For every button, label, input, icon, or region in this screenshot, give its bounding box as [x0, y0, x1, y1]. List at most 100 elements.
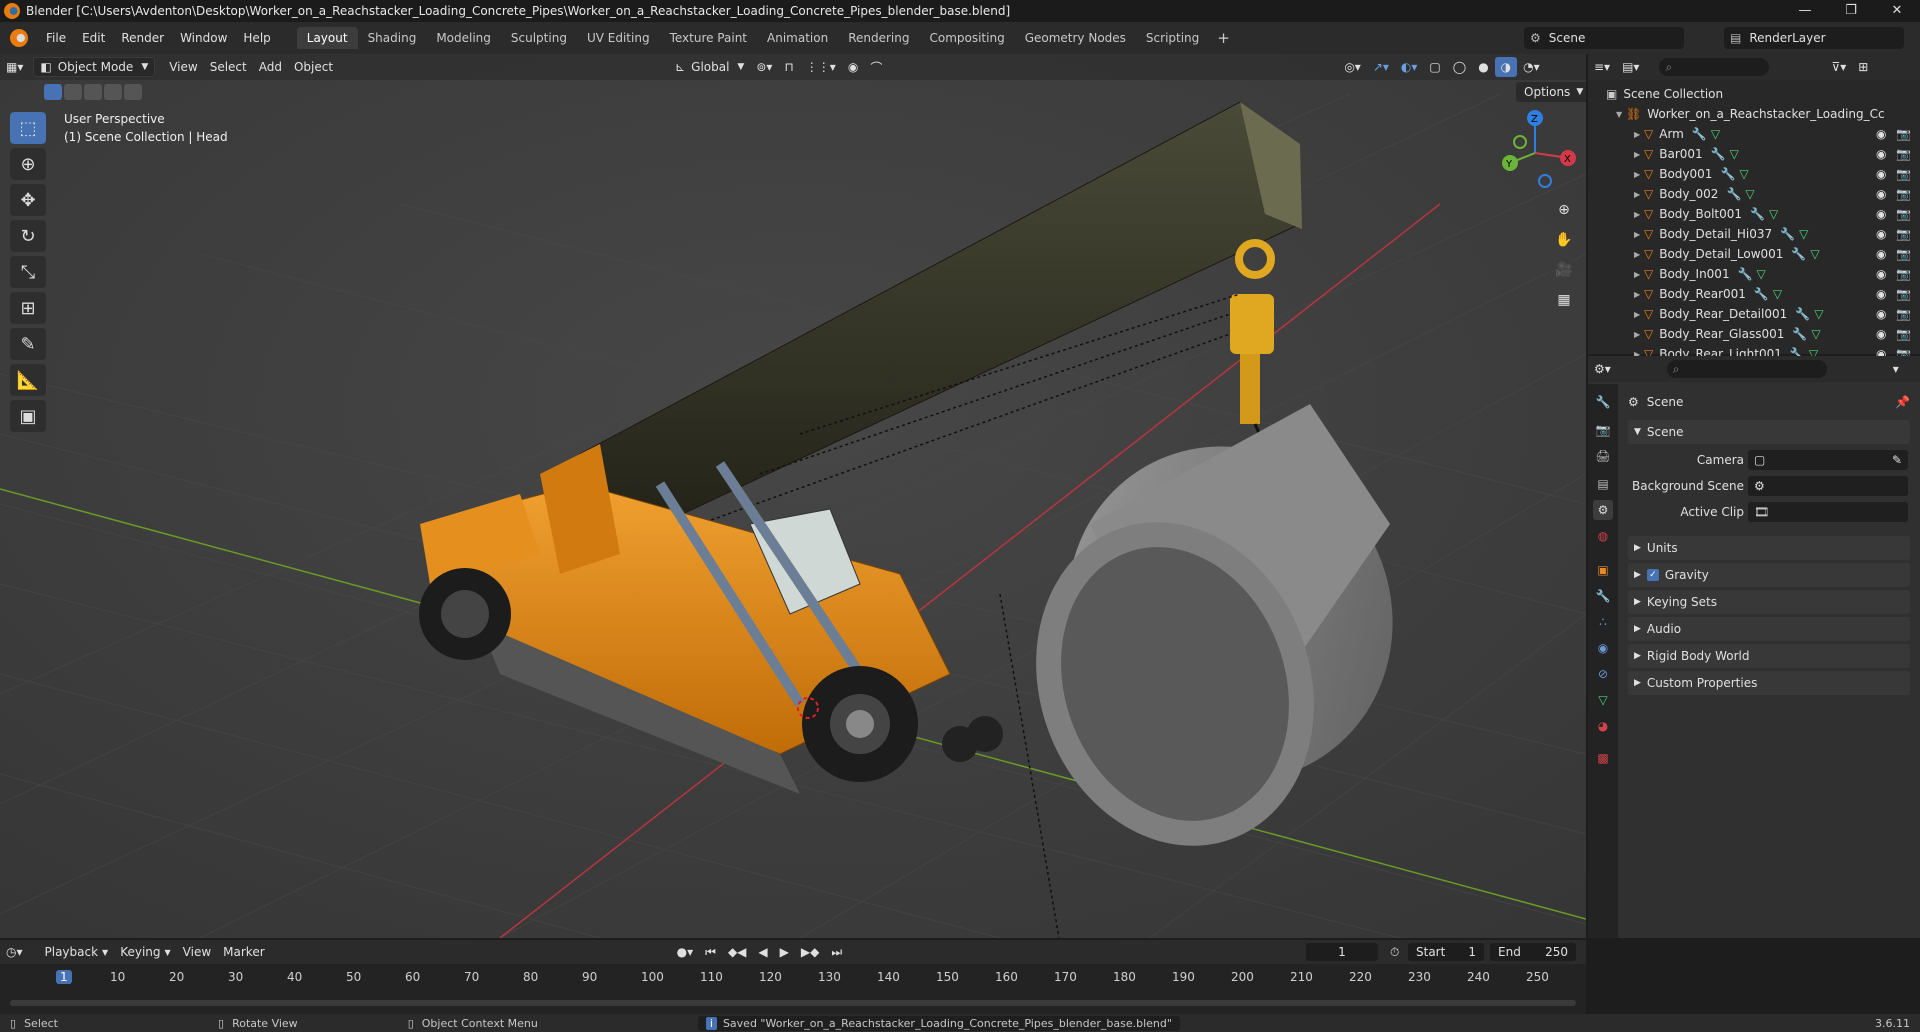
ortho-toggle-icon[interactable]: ▦	[1550, 286, 1578, 314]
orientation-selector[interactable]: ⊾ Global ▼	[669, 57, 750, 77]
expand-arrow-icon[interactable]: ▶	[1634, 270, 1644, 279]
eye-icon[interactable]: ◉	[1876, 307, 1886, 321]
navigation-gizmo[interactable]: Z X Y	[1490, 108, 1580, 198]
tab-rendering[interactable]: Rendering	[838, 27, 919, 49]
eye-icon[interactable]: ◉	[1876, 267, 1886, 281]
proportional-edit-icon[interactable]: ◉	[842, 57, 864, 77]
eye-icon[interactable]: ◉	[1876, 327, 1886, 341]
tab-shading[interactable]: Shading	[358, 27, 427, 49]
zoom-icon[interactable]: ⊕	[1550, 196, 1578, 224]
tab-compositing[interactable]: Compositing	[919, 27, 1014, 49]
material-tab-icon[interactable]: ◕	[1593, 716, 1613, 736]
eye-icon[interactable]: ◉	[1876, 127, 1886, 141]
play-reverse-icon[interactable]: ◀	[752, 942, 773, 962]
expand-arrow-icon[interactable]: ▶	[1634, 210, 1644, 219]
menu-object[interactable]: Object	[288, 57, 339, 77]
outliner-object-row[interactable]: ▶ ▽ Body_Detail_Low001 🔧 ▽ ◉ 📷	[1588, 244, 1920, 264]
menu-file[interactable]: File	[38, 31, 74, 45]
pin-icon[interactable]: 📌	[1895, 395, 1910, 409]
gravity-checkbox[interactable]: ✓	[1646, 569, 1659, 581]
pivot-icon[interactable]: ⊚▾	[750, 57, 778, 77]
expand-arrow-icon[interactable]: ▶	[1634, 190, 1644, 199]
render-camera-icon[interactable]: 📷	[1896, 227, 1911, 241]
expand-arrow-icon[interactable]: ▶	[1634, 150, 1644, 159]
prev-keyframe-icon[interactable]: ◆◀	[722, 942, 752, 962]
menu-timeline-view[interactable]: View	[177, 942, 217, 962]
active-clip-field[interactable]: 🎞	[1748, 502, 1908, 522]
measure-tool-icon[interactable]: 📐	[10, 364, 46, 396]
solid-shading-icon[interactable]: ●	[1472, 57, 1494, 77]
units-panel-header[interactable]: ▶ Units	[1628, 536, 1910, 560]
render-tab-icon[interactable]: 📷	[1593, 420, 1613, 440]
tool-tab-icon[interactable]: 🔧	[1593, 392, 1613, 412]
visibility-icon[interactable]: ◎▾	[1338, 57, 1367, 77]
pan-icon[interactable]: ✋	[1550, 226, 1578, 254]
render-camera-icon[interactable]: 📷	[1896, 167, 1911, 181]
record-icon[interactable]: ●▾	[671, 942, 700, 962]
physics-tab-icon[interactable]: ◉	[1593, 638, 1613, 658]
properties-search-input[interactable]: ⌕	[1666, 360, 1827, 378]
scene-panel-header[interactable]: ▼ Scene	[1628, 420, 1910, 444]
current-frame-field[interactable]: 1	[1306, 943, 1378, 961]
rendered-shading-icon[interactable]: ◔▾	[1517, 57, 1546, 77]
menu-add[interactable]: Add	[253, 57, 288, 77]
outliner-object-row[interactable]: ▶ ▽ Body_Rear001 🔧 ▽ ◉ 📷	[1588, 284, 1920, 304]
render-camera-icon[interactable]: 📷	[1896, 287, 1911, 301]
select-new-icon[interactable]	[44, 84, 62, 100]
xray-icon[interactable]: ▢	[1423, 57, 1446, 77]
render-camera-icon[interactable]: 📷	[1896, 147, 1911, 161]
eye-icon[interactable]: ◉	[1876, 147, 1886, 161]
camera-view-icon[interactable]: 🎥	[1550, 256, 1578, 284]
audio-panel-header[interactable]: ▶ Audio	[1628, 617, 1910, 641]
menu-help[interactable]: Help	[235, 31, 278, 45]
tab-layout[interactable]: Layout	[296, 27, 358, 49]
output-tab-icon[interactable]: 🖨	[1593, 446, 1613, 466]
tab-animation[interactable]: Animation	[757, 27, 838, 49]
start-frame-field[interactable]: Start 1	[1408, 943, 1484, 961]
expand-arrow-icon[interactable]: ▶	[1634, 250, 1644, 259]
texture-tab-icon[interactable]: ▩	[1593, 748, 1613, 768]
menu-render[interactable]: Render	[113, 31, 172, 45]
next-keyframe-icon[interactable]: ▶◆	[795, 942, 825, 962]
object-tab-icon[interactable]: ▣	[1593, 560, 1613, 580]
display-mode-icon[interactable]: ▤▾	[1616, 57, 1645, 77]
custom-properties-panel-header[interactable]: ▶ Custom Properties	[1628, 671, 1910, 695]
scene-selector[interactable]: ⚙ Scene	[1524, 27, 1684, 49]
jump-start-icon[interactable]: ⏮	[699, 942, 722, 962]
select-invert-icon[interactable]	[104, 84, 122, 100]
expand-arrow-icon[interactable]: ▶	[1634, 310, 1644, 319]
eye-icon[interactable]: ◉	[1876, 227, 1886, 241]
eye-icon[interactable]: ◉	[1876, 247, 1886, 261]
editor-type-icon[interactable]: ▦▾	[0, 57, 29, 77]
outliner-object-row[interactable]: ▶ ▽ Arm 🔧 ▽ ◉ 📷	[1588, 124, 1920, 144]
rotate-tool-icon[interactable]: ↻	[10, 220, 46, 252]
expand-arrow-icon[interactable]: ▶	[1634, 170, 1644, 179]
menu-marker[interactable]: Marker	[217, 942, 270, 962]
scale-tool-icon[interactable]: ⤡	[10, 256, 46, 288]
outliner-search-input[interactable]: ⌕	[1659, 58, 1770, 76]
timeline-editor[interactable]: ◷▾ Playback ▼ Keying ▼ View Marker ●▾ ⏮ ◆◀…	[0, 940, 1586, 1014]
gizmo-toggle-icon[interactable]: ↗▾	[1367, 57, 1395, 77]
properties-editor-type-icon[interactable]: ⚙▾	[1588, 359, 1617, 379]
keying-sets-panel-header[interactable]: ▶ Keying Sets	[1628, 590, 1910, 614]
eyedropper-icon[interactable]: ✎	[1892, 453, 1902, 467]
play-icon[interactable]: ▶	[774, 942, 795, 962]
tab-scripting[interactable]: Scripting	[1136, 27, 1209, 49]
select-intersect-icon[interactable]	[124, 84, 142, 100]
gravity-panel-header[interactable]: ▶ ✓ Gravity	[1628, 563, 1910, 587]
move-tool-icon[interactable]: ✥	[10, 184, 46, 216]
outliner-editor-type-icon[interactable]: ≡▾	[1588, 57, 1616, 77]
add-cube-tool-icon[interactable]: ▣	[10, 400, 46, 432]
options-button[interactable]: Options ▼	[1516, 82, 1586, 102]
timeline-scrollbar[interactable]	[10, 1000, 1576, 1006]
menu-select[interactable]: Select	[204, 57, 253, 77]
menu-view[interactable]: View	[163, 57, 203, 77]
3d-viewport[interactable]: ▦▾ ◧ Object Mode ▼ View Select Add Objec…	[0, 54, 1586, 938]
cursor-tool-icon[interactable]: ⊕	[10, 148, 46, 180]
outliner-object-row[interactable]: ▶ ▽ Body_Bolt001 🔧 ▽ ◉ 📷	[1588, 204, 1920, 224]
tab-texture-paint[interactable]: Texture Paint	[660, 27, 757, 49]
data-tab-icon[interactable]: ▽	[1593, 690, 1613, 710]
render-camera-icon[interactable]: 📷	[1896, 207, 1911, 221]
menu-playback[interactable]: Playback ▼	[39, 942, 115, 962]
tab-uv-editing[interactable]: UV Editing	[577, 27, 660, 49]
